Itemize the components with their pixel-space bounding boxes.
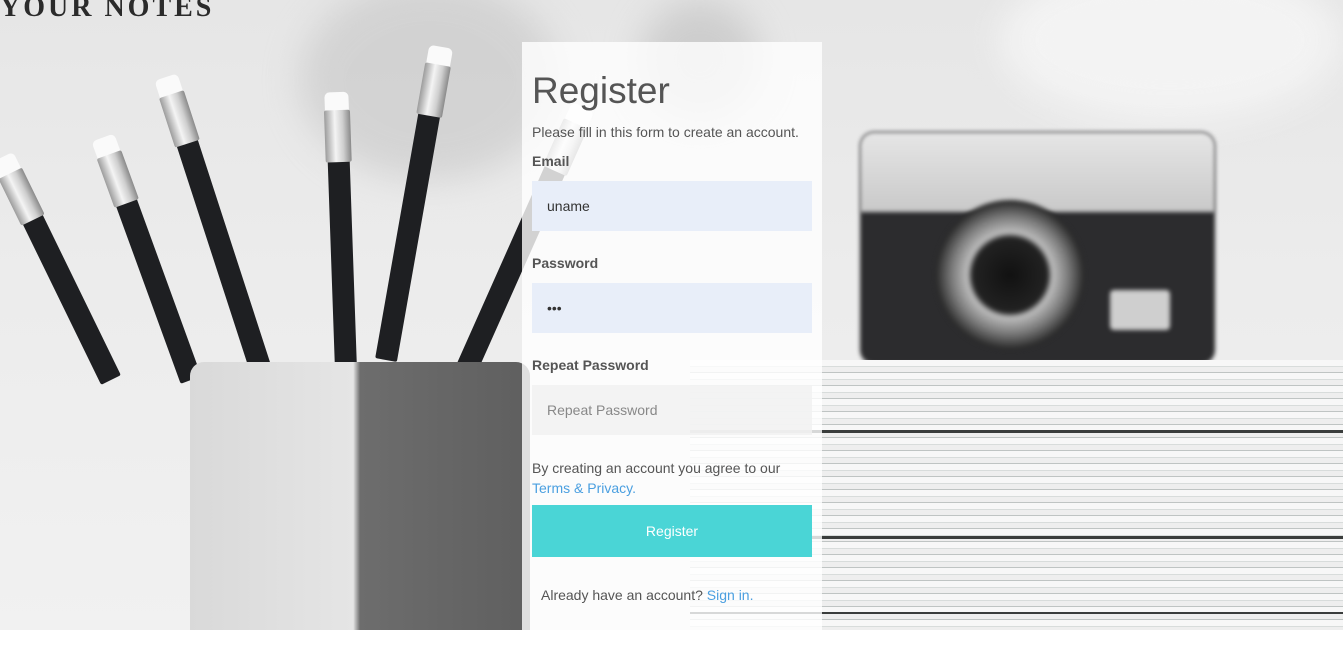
- password-field[interactable]: [532, 283, 812, 333]
- signin-prompt: Already have an account?: [541, 587, 703, 603]
- terms-text: By creating an account you agree to our …: [532, 458, 812, 498]
- page: YOUR NOTES Register Please fill in this …: [0, 0, 1343, 647]
- repeat-password-label: Repeat Password: [532, 357, 649, 373]
- email-field[interactable]: [532, 181, 812, 231]
- signin-text: Already have an account? Sign in.: [541, 587, 753, 603]
- password-label: Password: [532, 255, 599, 271]
- signin-link[interactable]: Sign in.: [707, 587, 754, 603]
- form-heading: Register: [532, 70, 670, 111]
- brand-title: YOUR NOTES: [0, 0, 215, 23]
- register-button[interactable]: Register: [532, 505, 812, 557]
- form-subtitle: Please fill in this form to create an ac…: [532, 124, 799, 140]
- terms-intro: By creating an account you agree to our: [532, 460, 781, 476]
- repeat-password-field[interactable]: [532, 385, 812, 435]
- email-label: Email: [532, 153, 570, 169]
- register-panel: Register Please fill in this form to cre…: [522, 42, 822, 630]
- terms-link[interactable]: Terms & Privacy.: [532, 480, 636, 496]
